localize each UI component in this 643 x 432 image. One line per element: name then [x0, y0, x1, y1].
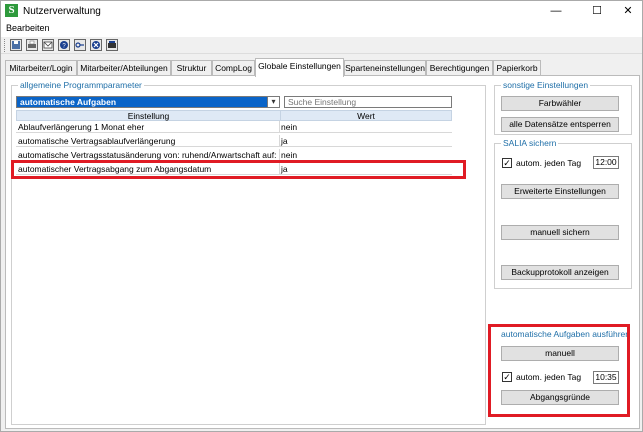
save-icon[interactable] — [10, 39, 22, 51]
tab-complog[interactable]: CompLog — [212, 60, 255, 76]
tab-berechtigungen[interactable]: Berechtigungen — [426, 60, 493, 76]
menu-item-bearbeiten[interactable]: Bearbeiten — [6, 23, 50, 33]
setting-value[interactable]: ja — [281, 136, 288, 146]
settings-table-header: Einstellung Wert — [16, 110, 452, 121]
cancel-icon[interactable] — [90, 39, 102, 51]
show-backup-log-button[interactable]: Backupprotokoll anzeigen — [501, 265, 619, 280]
cell-divider — [279, 135, 280, 147]
highlight-frame-row — [11, 160, 466, 179]
setting-search-input[interactable] — [284, 96, 452, 108]
table-row[interactable]: automatische Vertragsablaufverlängerung … — [16, 135, 452, 147]
toolbar: ? — [1, 37, 642, 54]
tab-papierkorb[interactable]: Papierkorb — [493, 60, 541, 76]
color-picker-button[interactable]: Farbwähler — [501, 96, 619, 111]
setting-name: automatische Vertragsablaufverlängerung — [18, 136, 176, 146]
print-icon[interactable] — [26, 39, 38, 51]
category-dropdown[interactable]: automatische Aufgaben ▾ — [16, 96, 280, 108]
maximize-button[interactable]: ☐ — [582, 2, 612, 20]
setting-value[interactable]: nein — [281, 150, 297, 160]
export-icon[interactable] — [106, 39, 118, 51]
setting-value[interactable]: nein — [281, 122, 297, 132]
extended-settings-button[interactable]: Erweiterte Einstellungen — [501, 184, 619, 199]
column-header-einstellung[interactable]: Einstellung — [17, 111, 280, 121]
tab-mitarbeiter-abteilungen[interactable]: Mitarbeiter/Abteilungen — [77, 60, 171, 76]
group-title-salia-backup: SALIA sichern — [501, 138, 559, 148]
tab-struktur[interactable]: Struktur — [171, 60, 212, 76]
salia-auto-daily-label: autom. jeden Tag — [516, 158, 582, 168]
setting-name: Ablaufverlängerung 1 Monat eher — [18, 122, 145, 132]
tab-sparteneinstellungen[interactable]: Sparteneinstellungen — [344, 60, 426, 76]
app-window: S Nutzerverwaltung — ☐ ✕ Bearbeiten ? Mi… — [0, 0, 643, 432]
tab-globale-einstellungen[interactable]: Globale Einstellungen — [255, 58, 344, 77]
close-button[interactable]: ✕ — [613, 2, 643, 20]
menu-bar: Bearbeiten — [1, 21, 642, 37]
window-title: Nutzerverwaltung — [23, 6, 101, 17]
group-title-program-parameters: allgemeine Programmparameter — [18, 80, 144, 90]
column-header-wert[interactable]: Wert — [280, 111, 451, 121]
title-bar: S Nutzerverwaltung — ☐ ✕ — [1, 1, 642, 21]
app-logo-icon: S — [5, 4, 18, 17]
chevron-down-icon[interactable]: ▾ — [267, 97, 279, 107]
key-icon[interactable] — [74, 39, 86, 51]
toolbar-grip[interactable] — [4, 39, 6, 52]
minimize-button[interactable]: — — [541, 2, 571, 20]
mail-icon[interactable] — [42, 39, 54, 51]
setting-name: automatische Vertragsstatusänderung von:… — [18, 150, 280, 160]
salia-auto-time-input[interactable]: 12:00 — [593, 156, 619, 169]
table-row[interactable]: Ablaufverlängerung 1 Monat eher nein — [16, 121, 452, 133]
help-icon[interactable]: ? — [58, 39, 70, 51]
group-title-other-settings: sonstige Einstellungen — [501, 80, 591, 90]
cell-divider — [279, 121, 280, 133]
salia-auto-daily-checkbox[interactable]: ✓ — [502, 158, 512, 168]
manual-backup-button[interactable]: manuell sichern — [501, 225, 619, 240]
category-dropdown-value: automatische Aufgaben — [20, 97, 117, 107]
unlock-all-records-button[interactable]: alle Datensätze entsperren — [501, 117, 619, 132]
highlight-frame-tasks — [488, 324, 630, 417]
tab-mitarbeiter-login[interactable]: Mitarbeiter/Login — [5, 60, 77, 76]
